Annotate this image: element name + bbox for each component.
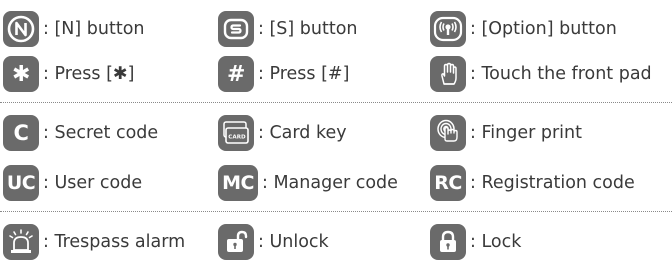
- legend-row-keys: ✱ : Press [✱] # : Press [#] : Touch the …: [0, 51, 672, 97]
- legend-item-lock: : Lock: [430, 219, 521, 265]
- legend-label: : [S] button: [258, 19, 358, 39]
- section-divider: [0, 211, 672, 212]
- legend-item-s-button: : [S] button: [218, 6, 358, 52]
- section-divider: [0, 102, 672, 103]
- s-button-icon: [218, 11, 254, 47]
- manager-code-icon: MC: [218, 165, 258, 201]
- legend-label: : Press [#]: [258, 64, 350, 84]
- legend-label: : User code: [43, 173, 143, 193]
- legend-item-manager-code: MC : Manager code: [218, 160, 398, 206]
- legend-label: : [Option] button: [470, 19, 617, 39]
- legend-item-secret-code: C : Secret code: [3, 110, 158, 156]
- card-key-icon: CARD: [218, 115, 254, 151]
- legend-item-card-key: CARD : Card key: [218, 110, 347, 156]
- option-button-icon: [430, 11, 466, 47]
- legend-label: : Secret code: [43, 123, 159, 143]
- legend-row-status: : Trespass alarm : Unlock: Lock: [0, 219, 672, 265]
- legend-label: : Touch the front pad: [470, 64, 652, 84]
- legend-label: : Trespass alarm: [43, 232, 186, 252]
- alarm-siren-icon: [3, 224, 39, 260]
- legend-item-n-button: : [N] button: [3, 6, 145, 52]
- fingerprint-icon: [430, 115, 466, 151]
- legend-row-buttons: : [N] button : [S] button : [Option] but…: [0, 6, 672, 52]
- lock-icon: [430, 224, 466, 260]
- touch-hand-icon: [430, 56, 466, 92]
- user-code-icon: UC: [3, 165, 39, 201]
- legend-item-user-code: UC : User code: [3, 160, 142, 206]
- legend-row-codes: UC : User code MC : Manager code RC : Re…: [0, 160, 672, 206]
- legend-item-asterisk: ✱ : Press [✱]: [3, 51, 134, 97]
- legend-item-touch: : Touch the front pad: [430, 51, 652, 97]
- legend-item-option-button: : [Option] button: [430, 6, 617, 52]
- legend-item-unlock: : Unlock: [218, 219, 329, 265]
- n-circle-button-icon: [3, 11, 39, 47]
- legend-label: : Finger print: [470, 123, 582, 143]
- legend-label: : Unlock: [258, 232, 329, 252]
- legend-label: : [N] button: [43, 19, 145, 39]
- legend-label: : Card key: [258, 123, 347, 143]
- legend-item-registration-code: RC : Registration code: [430, 160, 635, 206]
- hash-key-icon: #: [218, 56, 254, 92]
- icon-legend: : [N] button : [S] button : [Option] but…: [0, 0, 672, 267]
- legend-item-hash: # : Press [#]: [218, 51, 349, 97]
- legend-label: : Manager code: [262, 173, 398, 193]
- registration-code-icon: RC: [430, 165, 466, 201]
- legend-label: : Registration code: [470, 173, 635, 193]
- asterisk-key-icon: ✱: [3, 56, 39, 92]
- secret-code-icon: C: [3, 115, 39, 151]
- unlock-icon: [218, 224, 254, 260]
- legend-label: : Press [✱]: [43, 64, 135, 84]
- legend-item-fingerprint: : Finger print: [430, 110, 582, 156]
- svg-text:CARD: CARD: [228, 135, 246, 141]
- legend-label: : Lock: [470, 232, 522, 252]
- legend-row-credentials: C : Secret code CARD : Card key: Finger…: [0, 110, 672, 156]
- legend-item-trespass-alarm: : Trespass alarm: [3, 219, 185, 265]
